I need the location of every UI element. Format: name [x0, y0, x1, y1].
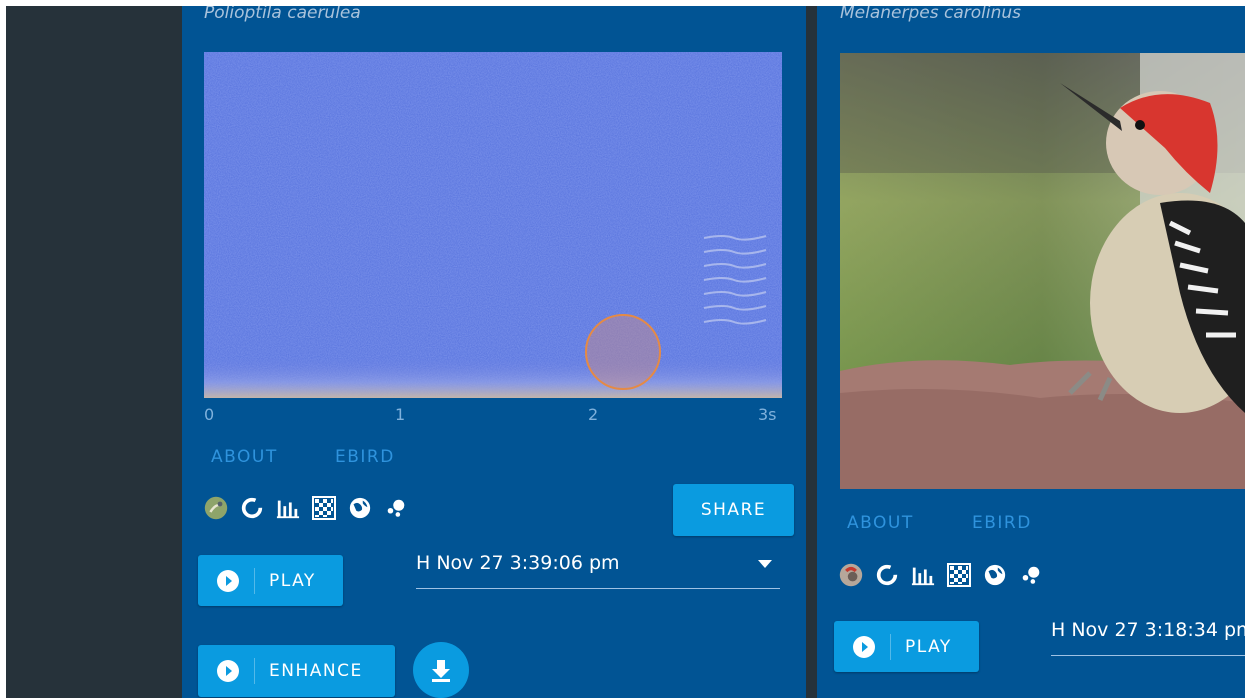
- donut-chart-icon[interactable]: [875, 563, 899, 587]
- play-icon: [217, 569, 239, 592]
- enhance-button-label: ENHANCE: [269, 661, 363, 681]
- checkerboard-icon[interactable]: [947, 563, 971, 587]
- button-separator: [890, 633, 891, 660]
- ebird-link[interactable]: EBIRD: [972, 513, 1032, 533]
- left-rail: [6, 6, 182, 698]
- enhance-button[interactable]: ENHANCE: [198, 645, 395, 697]
- play-icon: [217, 660, 239, 682]
- share-button-label: SHARE: [700, 500, 767, 520]
- share-button[interactable]: SHARE: [673, 484, 794, 536]
- card-icon-row: [839, 563, 1043, 587]
- chevron-down-icon: [758, 560, 772, 568]
- bar-chart-icon[interactable]: [911, 563, 935, 587]
- globe-icon[interactable]: [348, 496, 372, 520]
- ebird-link[interactable]: EBIRD: [335, 447, 395, 467]
- card-icon-row: [204, 496, 408, 520]
- play-icon: [853, 635, 875, 658]
- download-button[interactable]: [413, 642, 469, 698]
- cluster-icon[interactable]: [1019, 563, 1043, 587]
- bird-thumbnail-icon[interactable]: [839, 563, 863, 587]
- play-button-label: PLAY: [905, 636, 952, 657]
- time-tick-3: 3s: [758, 405, 777, 424]
- play-button[interactable]: PLAY: [834, 621, 979, 672]
- species-card-red-bellied-woodpecker: Melanerpes carolinus ABOUT EBIRD PLAY H …: [817, 6, 1245, 698]
- about-link[interactable]: ABOUT: [847, 513, 914, 533]
- play-button[interactable]: PLAY: [198, 555, 343, 606]
- button-separator: [254, 567, 255, 594]
- download-icon: [432, 660, 450, 682]
- card-gutter: [806, 6, 817, 698]
- about-link[interactable]: ABOUT: [211, 447, 278, 467]
- recording-select-value: H Nov 27 3:39:06 pm: [416, 552, 620, 574]
- globe-icon[interactable]: [983, 563, 1007, 587]
- recording-select[interactable]: H Nov 27 3:39:06 pm: [416, 552, 780, 589]
- recording-select-value: H Nov 27 3:18:34 pm: [1051, 619, 1245, 641]
- bird-thumbnail-icon[interactable]: [204, 496, 228, 520]
- time-tick-1: 1: [395, 405, 406, 424]
- cluster-icon[interactable]: [384, 496, 408, 520]
- play-button-label: PLAY: [269, 570, 316, 591]
- species-photo[interactable]: [840, 53, 1245, 489]
- button-separator: [254, 658, 255, 684]
- donut-chart-icon[interactable]: [240, 496, 264, 520]
- species-card-blue-gray-gnatcatcher: Polioptila caerulea 0 1 2 3s ABOUT EBIRD…: [182, 6, 806, 698]
- scientific-name: Polioptila caerulea: [204, 6, 361, 23]
- spectrogram[interactable]: [204, 52, 782, 398]
- time-tick-0: 0: [204, 405, 215, 424]
- recording-select[interactable]: H Nov 27 3:18:34 pm: [1051, 619, 1245, 656]
- checkerboard-icon[interactable]: [312, 496, 336, 520]
- time-tick-2: 2: [588, 405, 599, 424]
- playhead-marker[interactable]: [585, 314, 661, 390]
- scientific-name: Melanerpes carolinus: [840, 6, 1022, 23]
- bar-chart-icon[interactable]: [276, 496, 300, 520]
